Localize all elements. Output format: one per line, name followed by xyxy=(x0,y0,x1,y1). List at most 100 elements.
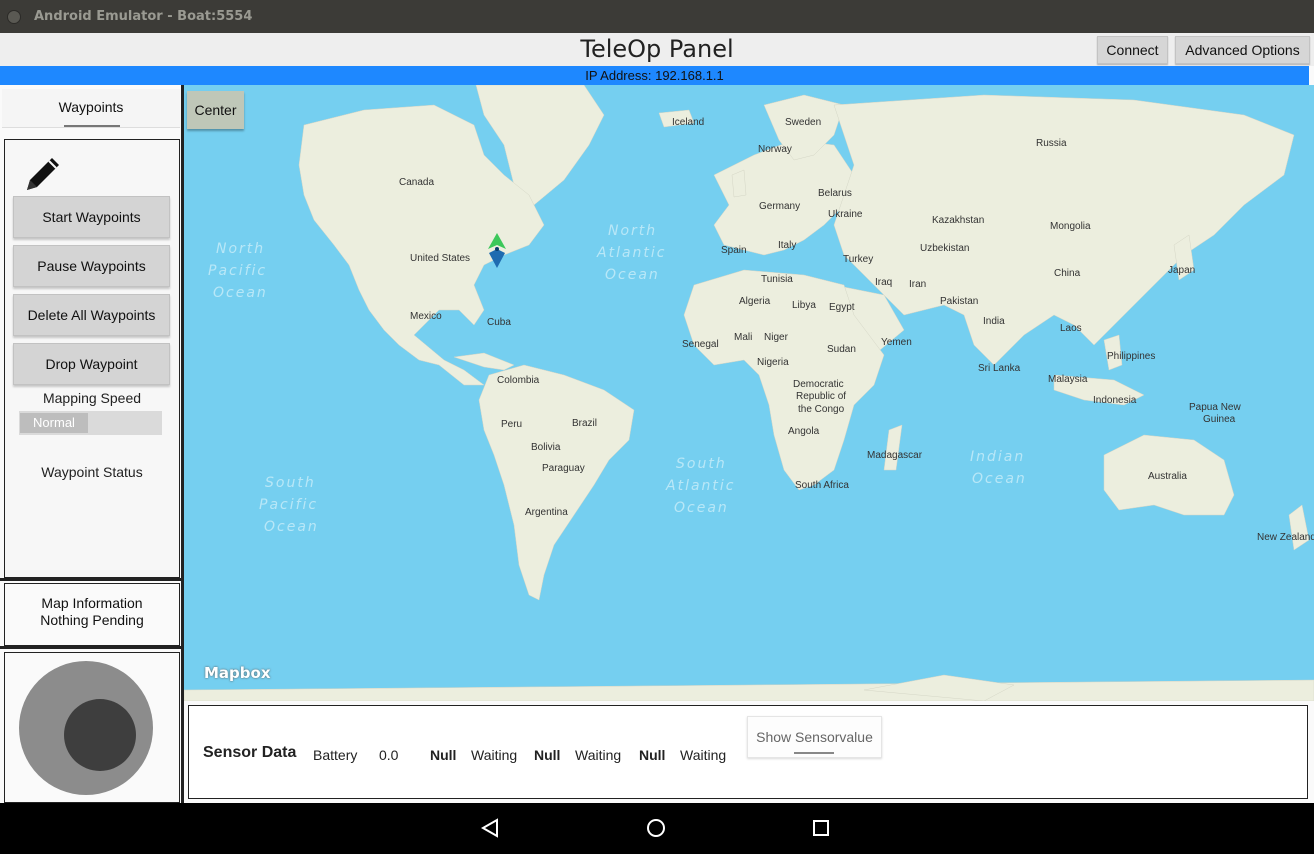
svg-text:Libya: Libya xyxy=(792,300,816,311)
svg-text:Atlantic: Atlantic xyxy=(596,245,666,261)
start-waypoints-button[interactable]: Start Waypoints xyxy=(13,196,170,238)
svg-text:Nigeria: Nigeria xyxy=(757,357,789,368)
svg-text:Kazakhstan: Kazakhstan xyxy=(932,215,984,226)
show-sensorvalue-button[interactable]: Show Sensorvalue xyxy=(747,716,882,758)
svg-text:Philippines: Philippines xyxy=(1107,351,1155,362)
svg-text:Ocean: Ocean xyxy=(674,500,729,516)
svg-text:Iran: Iran xyxy=(909,279,926,290)
center-button[interactable]: Center xyxy=(187,91,244,129)
svg-text:Guinea: Guinea xyxy=(1203,414,1236,425)
svg-text:Democratic: Democratic xyxy=(793,379,844,390)
ip-address-bar: IP Address: 192.168.1.1 xyxy=(0,66,1309,85)
connect-button[interactable]: Connect xyxy=(1097,36,1168,64)
sensor-name-2: Null xyxy=(534,747,561,763)
emulator-screen: TeleOp Panel Connect Advanced Options IP… xyxy=(0,33,1314,803)
svg-text:Indonesia: Indonesia xyxy=(1093,395,1137,406)
svg-text:Sudan: Sudan xyxy=(827,344,856,355)
sensor-data-title: Sensor Data xyxy=(203,744,297,761)
svg-text:South: South xyxy=(265,475,316,491)
svg-text:Australia: Australia xyxy=(1148,471,1187,482)
sensor-data-panel: Sensor Data Battery 0.0 Null Waiting Nul… xyxy=(184,701,1314,803)
svg-text:North: North xyxy=(608,223,657,239)
tab-waypoints-label: Waypoints xyxy=(58,99,124,115)
svg-text:Pacific: Pacific xyxy=(208,263,267,279)
svg-text:Sweden: Sweden xyxy=(785,117,821,128)
svg-text:Senegal: Senegal xyxy=(682,339,719,350)
battery-label: Battery xyxy=(313,747,358,763)
svg-text:Ukraine: Ukraine xyxy=(828,209,863,220)
svg-text:Brazil: Brazil xyxy=(572,418,597,429)
svg-text:Spain: Spain xyxy=(721,245,747,256)
svg-text:Ocean: Ocean xyxy=(213,285,268,301)
svg-text:United States: United States xyxy=(410,253,470,264)
svg-text:Malaysia: Malaysia xyxy=(1048,374,1088,385)
svg-text:Iraq: Iraq xyxy=(875,277,892,288)
svg-text:Paraguay: Paraguay xyxy=(542,463,585,474)
svg-text:Turkey: Turkey xyxy=(843,254,873,265)
joystick-panel xyxy=(4,652,180,803)
pause-waypoints-button[interactable]: Pause Waypoints xyxy=(13,245,170,287)
svg-text:Canada: Canada xyxy=(399,177,434,188)
show-sensorvalue-label: Show Sensorvalue xyxy=(756,729,873,745)
sensor-value-3: Waiting xyxy=(680,747,727,763)
svg-text:Ocean: Ocean xyxy=(264,519,319,535)
drop-waypoint-button[interactable]: Drop Waypoint xyxy=(13,343,170,385)
mapbox-logo[interactable]: Mapbox xyxy=(204,664,271,682)
map-canvas[interactable]: North Pacific Ocean North Atlantic Ocean Sou… xyxy=(184,85,1314,701)
svg-text:Mali: Mali xyxy=(734,332,752,343)
app-bar: TeleOp Panel Connect Advanced Options xyxy=(0,33,1314,66)
svg-text:South: South xyxy=(676,456,727,472)
mapping-speed-slider[interactable]: Normal xyxy=(19,411,162,435)
sensor-name-1: Null xyxy=(430,747,457,763)
svg-text:Yemen: Yemen xyxy=(881,337,912,348)
svg-text:Colombia: Colombia xyxy=(497,375,540,386)
svg-text:Madagascar: Madagascar xyxy=(867,450,923,461)
svg-text:Ocean: Ocean xyxy=(972,471,1027,487)
svg-text:Argentina: Argentina xyxy=(525,507,568,518)
android-nav-bar xyxy=(0,803,1314,854)
waypoint-controls: Start Waypoints Pause Waypoints Delete A… xyxy=(4,139,180,578)
advanced-options-button[interactable]: Advanced Options xyxy=(1175,36,1310,64)
tab-waypoints[interactable]: Waypoints xyxy=(2,89,180,128)
svg-text:Atlantic: Atlantic xyxy=(665,478,735,494)
sensor-data-box: Sensor Data Battery 0.0 Null Waiting Nul… xyxy=(188,705,1308,799)
back-icon[interactable] xyxy=(479,818,501,838)
home-icon[interactable] xyxy=(645,817,667,839)
svg-text:Republic of: Republic of xyxy=(796,391,846,402)
svg-text:Laos: Laos xyxy=(1060,323,1082,334)
button-underline xyxy=(794,752,834,754)
svg-text:Pakistan: Pakistan xyxy=(940,296,978,307)
svg-text:Angola: Angola xyxy=(788,426,820,437)
svg-text:Egypt: Egypt xyxy=(829,302,855,313)
svg-text:North: North xyxy=(216,241,265,257)
joystick-knob[interactable] xyxy=(64,699,136,771)
pencil-icon[interactable] xyxy=(19,150,65,196)
svg-text:South Africa: South Africa xyxy=(795,480,849,491)
svg-text:Bolivia: Bolivia xyxy=(531,442,561,453)
waypoint-status-label: Waypoint Status xyxy=(41,464,143,480)
svg-text:the Congo: the Congo xyxy=(798,404,845,415)
svg-text:Pacific: Pacific xyxy=(259,497,318,513)
recent-apps-icon[interactable] xyxy=(811,818,831,838)
svg-text:Indian: Indian xyxy=(970,449,1025,465)
delete-all-waypoints-button[interactable]: Delete All Waypoints xyxy=(13,294,170,336)
sensor-name-3: Null xyxy=(639,747,666,763)
svg-text:Germany: Germany xyxy=(759,201,800,212)
svg-text:Iceland: Iceland xyxy=(672,117,704,128)
window-close-icon[interactable] xyxy=(7,10,21,24)
sensor-value-2: Waiting xyxy=(575,747,622,763)
svg-text:China: China xyxy=(1054,268,1081,279)
svg-text:Norway: Norway xyxy=(758,144,792,155)
world-map[interactable]: North Pacific Ocean North Atlantic Ocean Sou… xyxy=(184,85,1314,701)
mapping-speed-label: Mapping Speed xyxy=(42,390,142,406)
svg-text:Mexico: Mexico xyxy=(410,311,442,322)
svg-text:Russia: Russia xyxy=(1036,138,1067,149)
window-title: Android Emulator - Boat:5554 xyxy=(34,9,253,24)
tab-indicator xyxy=(64,125,120,127)
mapping-speed-value[interactable]: Normal xyxy=(20,413,88,433)
map-information-box: Map Information Nothing Pending xyxy=(4,583,180,646)
svg-text:Italy: Italy xyxy=(778,240,796,251)
joystick-base[interactable] xyxy=(19,661,153,795)
map-info-title: Map Information xyxy=(41,595,143,611)
battery-value: 0.0 xyxy=(379,747,399,763)
